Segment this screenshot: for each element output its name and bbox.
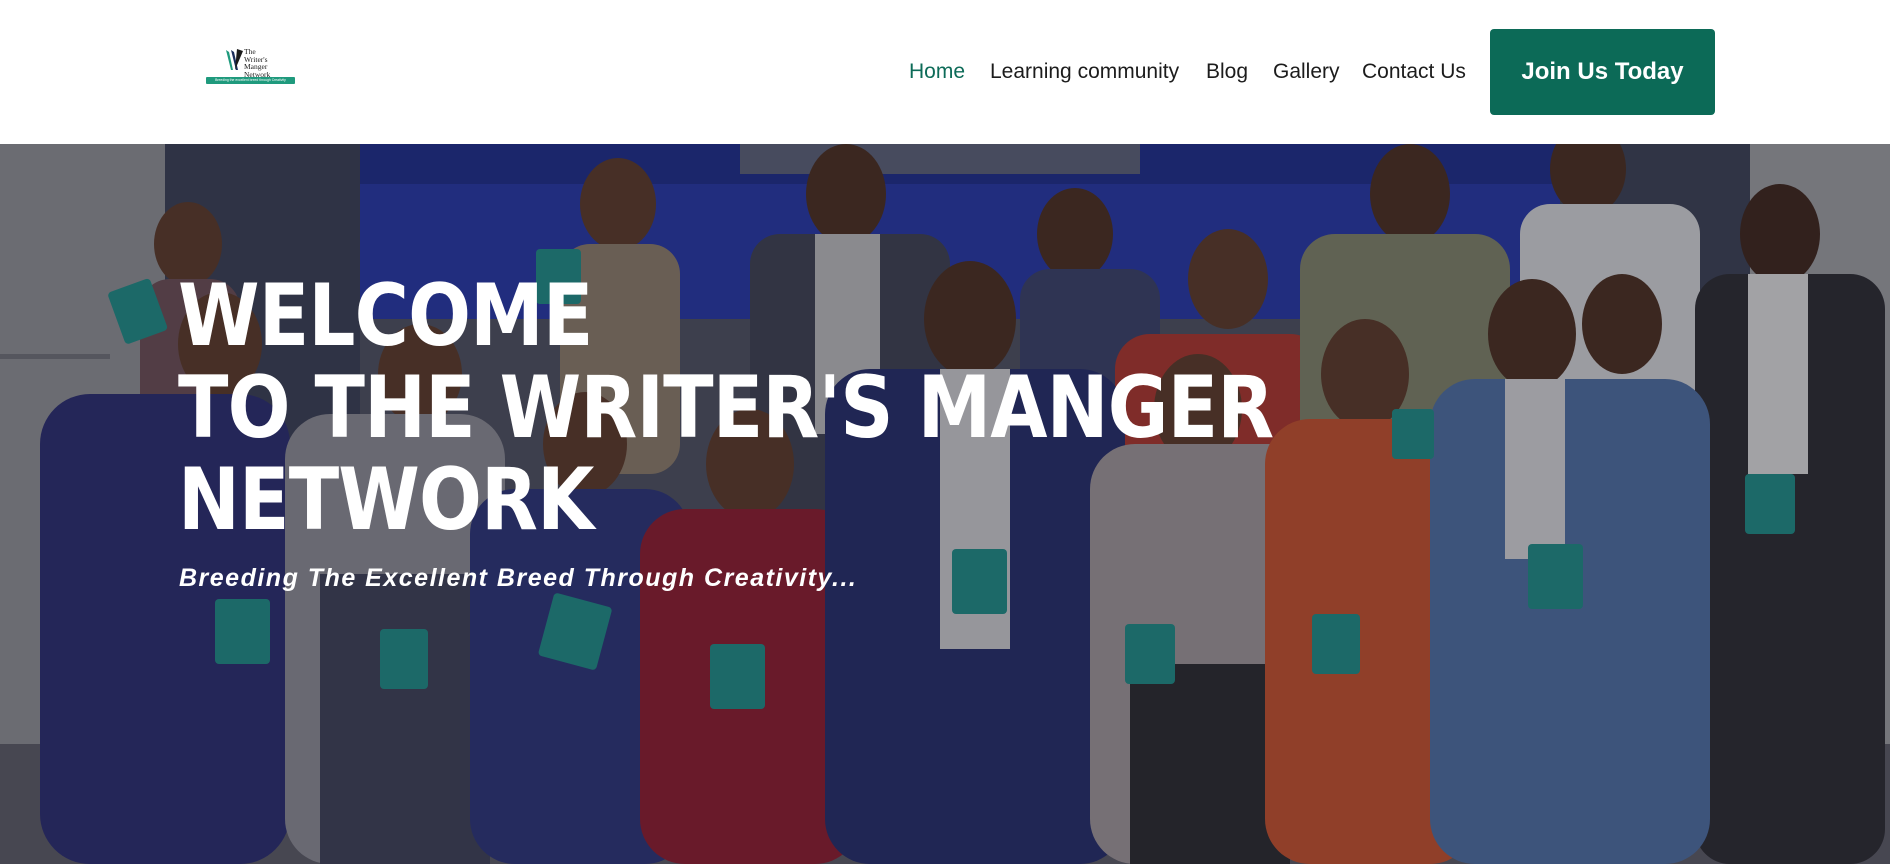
site-logo[interactable]: The Writer's Manger Network Breeding the…	[206, 44, 296, 88]
hero-section: WELCOME TO THE WRITER'S MANGER NETWORK B…	[0, 144, 1890, 864]
hero-title-line: TO THE WRITER'S MANGER	[178, 358, 1274, 458]
site-header: The Writer's Manger Network Breeding the…	[0, 0, 1890, 144]
nav-learning-community[interactable]: Learning community	[990, 60, 1179, 84]
nav-home[interactable]: Home	[909, 60, 965, 84]
nav-gallery[interactable]: Gallery	[1273, 60, 1340, 84]
nav-blog[interactable]: Blog	[1206, 60, 1248, 84]
hero-subtitle: Breeding The Excellent Breed Through Cre…	[179, 564, 858, 592]
hero-title-line: NETWORK	[178, 450, 594, 550]
logo-text: The Writer's Manger Network	[244, 48, 270, 78]
logo-tagline: Breeding the excellent breed through Cre…	[206, 77, 295, 84]
hero-title-line: WELCOME	[178, 266, 593, 366]
quill-logo-icon	[226, 49, 243, 70]
nav-contact-us[interactable]: Contact Us	[1362, 60, 1466, 84]
join-us-button[interactable]: Join Us Today	[1490, 29, 1715, 115]
hero-title: WELCOME TO THE WRITER'S MANGER NETWORK	[178, 266, 1274, 550]
